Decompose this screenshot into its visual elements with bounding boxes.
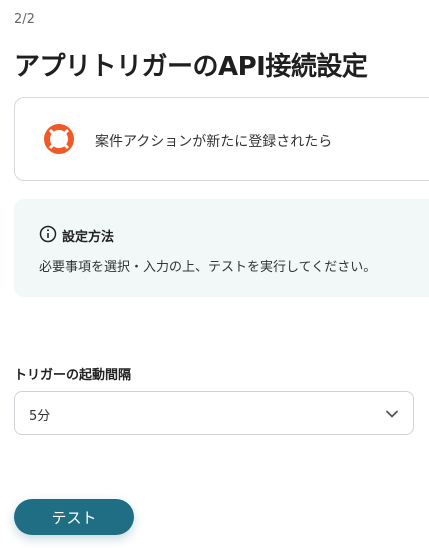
step-indicator: 2/2 (14, 12, 35, 27)
info-title: 設定方法 (62, 230, 115, 245)
trigger-card: 案件アクションが新たに登録されたら (14, 97, 429, 181)
page: 2/2 アプリトリガーのAPI接続設定 案件アクションが新たに登録されたら 設定… (0, 0, 429, 548)
interval-label: トリガーの起動間隔 (14, 368, 132, 383)
test-button[interactable]: テスト (14, 499, 134, 535)
info-box: 設定方法 必要事項を選択・入力の上、テストを実行してください。 (14, 199, 429, 297)
chevron-down-icon (386, 410, 398, 418)
lifebuoy-icon (44, 124, 74, 154)
page-title: アプリトリガーのAPI接続設定 (14, 52, 368, 82)
info-text: 必要事項を選択・入力の上、テストを実行してください。 (39, 260, 377, 275)
interval-select[interactable]: 5分 (14, 391, 414, 435)
interval-selected-value: 5分 (29, 409, 51, 424)
trigger-label: 案件アクションが新たに登録されたら (95, 134, 333, 150)
info-icon (39, 225, 57, 243)
